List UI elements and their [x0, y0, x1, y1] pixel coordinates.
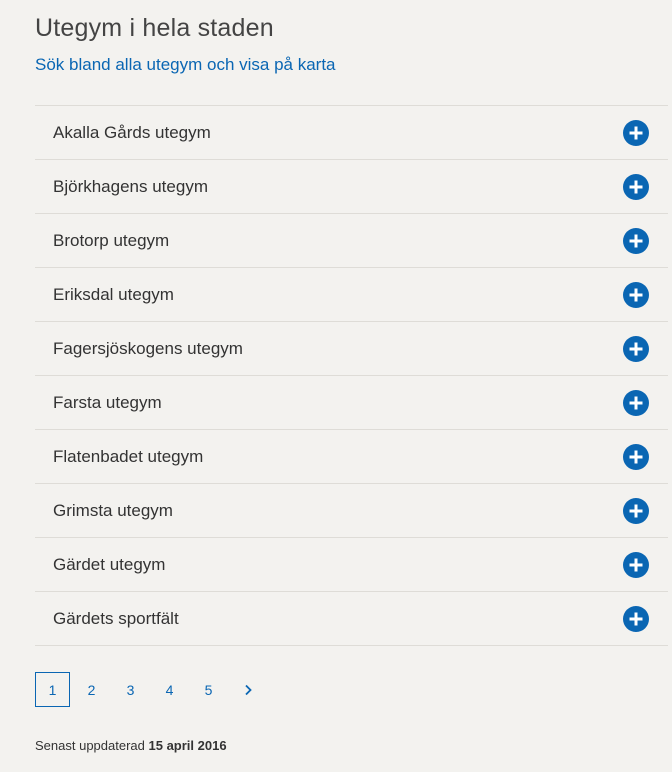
- list-item[interactable]: Flatenbadet utegym: [35, 430, 668, 484]
- plus-circle-icon[interactable]: [623, 605, 649, 632]
- list-item-label: Fagersjöskogens utegym: [53, 338, 243, 358]
- list-item-label: Grimsta utegym: [53, 500, 173, 520]
- chevron-right-icon: [244, 684, 252, 695]
- last-updated-date: 15 april 2016: [148, 738, 227, 753]
- page-title: Utegym i hela staden: [35, 14, 274, 42]
- last-updated: Senast uppdaterad 15 april 2016: [35, 738, 227, 753]
- list-item[interactable]: Gärdet utegym: [35, 538, 668, 592]
- search-map-link[interactable]: Sök bland alla utegym och visa på karta: [35, 55, 336, 75]
- next-page-button[interactable]: [230, 672, 265, 707]
- list-item-label: Brotorp utegym: [53, 230, 170, 250]
- list-item[interactable]: Björkhagens utegym: [35, 160, 668, 214]
- list-item-label: Akalla Gårds utegym: [53, 122, 211, 142]
- plus-circle-icon[interactable]: [623, 335, 649, 362]
- gym-list: Akalla Gårds utegym Björkhagens utegym B…: [35, 105, 668, 646]
- last-updated-label: Senast uppdaterad: [35, 738, 145, 753]
- plus-circle-icon[interactable]: [623, 173, 649, 200]
- page-1-button[interactable]: 1: [35, 672, 70, 707]
- list-item[interactable]: Akalla Gårds utegym: [35, 106, 668, 160]
- list-item[interactable]: Brotorp utegym: [35, 214, 668, 268]
- list-item[interactable]: Eriksdal utegym: [35, 268, 668, 322]
- page-5-button[interactable]: 5: [191, 672, 226, 707]
- plus-circle-icon[interactable]: [623, 551, 649, 578]
- plus-circle-icon[interactable]: [623, 497, 649, 524]
- list-item-label: Gärdets sportfält: [53, 608, 179, 628]
- list-item[interactable]: Fagersjöskogens utegym: [35, 322, 668, 376]
- list-item[interactable]: Farsta utegym: [35, 376, 668, 430]
- plus-circle-icon[interactable]: [623, 227, 649, 254]
- list-item-label: Gärdet utegym: [53, 554, 166, 574]
- list-item[interactable]: Grimsta utegym: [35, 484, 668, 538]
- page-3-button[interactable]: 3: [113, 672, 148, 707]
- list-item-label: Farsta utegym: [53, 392, 162, 412]
- page-2-button[interactable]: 2: [74, 672, 109, 707]
- list-item-label: Flatenbadet utegym: [53, 446, 204, 466]
- plus-circle-icon[interactable]: [623, 281, 649, 308]
- list-item[interactable]: Gärdets sportfält: [35, 592, 668, 646]
- plus-circle-icon[interactable]: [623, 119, 649, 146]
- pagination: 1 2 3 4 5: [35, 672, 269, 707]
- list-item-label: Eriksdal utegym: [53, 284, 174, 304]
- plus-circle-icon[interactable]: [623, 389, 649, 416]
- plus-circle-icon[interactable]: [623, 443, 649, 470]
- list-item-label: Björkhagens utegym: [53, 176, 208, 196]
- page-4-button[interactable]: 4: [152, 672, 187, 707]
